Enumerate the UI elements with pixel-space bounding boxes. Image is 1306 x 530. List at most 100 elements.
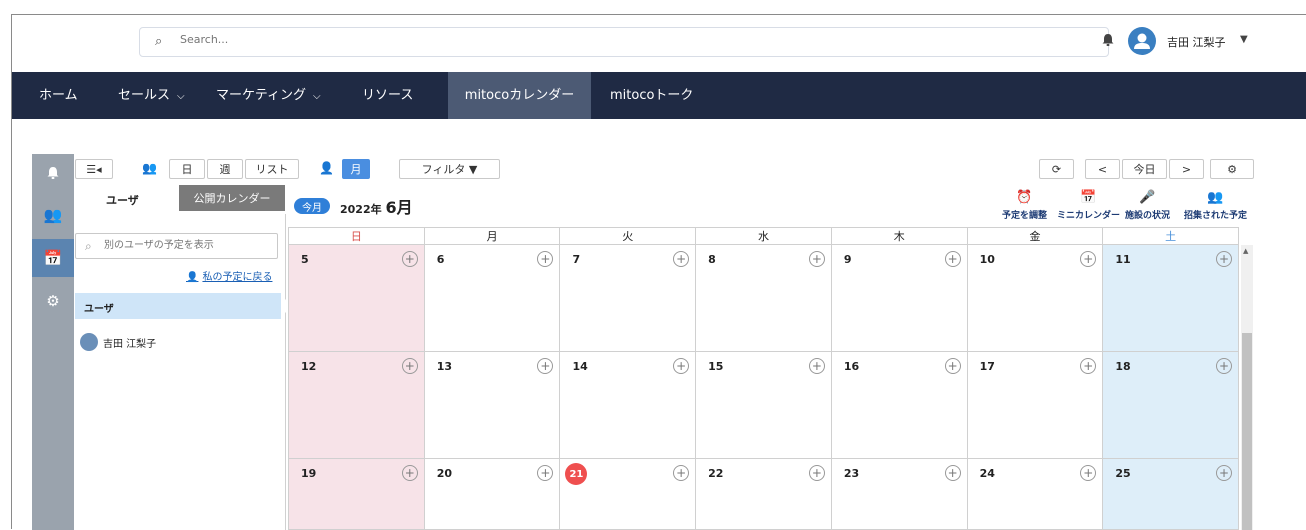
rail-group-icon[interactable]: 👥 [32,196,74,234]
current-month-pill[interactable]: 今月 [294,198,330,214]
settings-button[interactable]: ⚙ [1210,159,1254,179]
add-event-icon[interactable]: + [537,251,554,267]
next-button[interactable]: > [1169,159,1204,179]
today-button[interactable]: 今日 [1122,159,1167,179]
day-cell[interactable]: 12 + [288,352,425,459]
add-event-icon[interactable]: + [944,358,961,374]
day-cell[interactable]: 5 + [288,245,425,352]
invited-events-tool[interactable]: 👥 招集された予定 [1184,190,1247,221]
day-cell[interactable]: 16 + [831,352,968,459]
day-cell[interactable]: 7 + [560,245,697,352]
user-avatar[interactable] [1128,27,1156,55]
add-event-icon[interactable]: + [673,251,690,267]
add-event-icon[interactable]: + [1216,251,1233,267]
user-menu-caret-icon[interactable]: ▼ [1240,34,1248,45]
add-event-icon[interactable]: + [808,251,825,267]
add-event-icon[interactable]: + [537,358,554,374]
day-cell[interactable]: 17 + [967,352,1104,459]
tab-user[interactable]: ユーザ [106,192,139,208]
user-panel [74,214,286,530]
day-cell[interactable]: 15 + [696,352,832,459]
rail-notification-icon[interactable] [32,154,74,192]
view-list-button[interactable]: リスト [245,159,299,179]
day-cell[interactable]: 19 + [288,459,425,530]
weekday-tue: 火 [560,228,697,245]
day-cell[interactable]: 25 + [1103,459,1240,530]
notification-bell-icon[interactable] [1101,33,1115,47]
rail-settings-icon[interactable]: ⚙ [32,282,74,320]
panel-toggle-button[interactable]: ☰◂ [75,159,113,179]
view-month-button[interactable]: 月 [342,159,370,179]
date-number: 25 [1115,467,1131,480]
add-event-icon[interactable]: + [1216,465,1233,481]
add-event-icon[interactable]: + [537,465,554,481]
add-event-icon[interactable]: + [1080,251,1097,267]
day-cell[interactable]: 6 + [424,245,561,352]
day-cell[interactable]: 20 + [424,459,561,530]
day-cell[interactable]: 8 + [696,245,832,352]
tab-public-calendar[interactable]: 公開カレンダー [179,185,285,211]
day-cell[interactable]: 14 + [560,352,697,459]
refresh-button[interactable]: ⟳ [1039,159,1074,179]
scroll-up-icon[interactable]: ▲ [1243,247,1248,255]
day-cell[interactable]: 23 + [831,459,968,530]
user-search-input[interactable] [102,239,272,252]
add-event-icon[interactable]: + [401,465,418,481]
nav-resources[interactable]: リソース [362,72,413,119]
prev-button[interactable]: < [1085,159,1120,179]
filter-button[interactable]: フィルタ ▼ [399,159,500,179]
adjust-schedule-tool[interactable]: ⏰ 予定を調整 [1002,190,1047,221]
person-icon: 👤 [186,272,199,283]
person-view-icon[interactable]: 👤 [319,161,334,175]
add-event-icon[interactable]: + [1080,358,1097,374]
nav-mitoco-calendar[interactable]: mitocoカレンダー [448,72,591,119]
add-event-icon[interactable]: + [401,251,418,267]
add-event-icon[interactable]: + [673,465,690,481]
global-search[interactable]: ⌕ [139,27,1109,57]
add-event-icon[interactable]: + [944,465,961,481]
date-number: 12 [301,360,317,373]
user-name[interactable]: 吉田 江梨子 [1167,34,1226,50]
date-number: 19 [301,467,317,480]
day-cell[interactable]: 24 + [967,459,1104,530]
add-event-icon[interactable]: + [1080,465,1097,481]
search-input[interactable] [178,32,778,47]
date-number: 7 [572,253,581,266]
mini-calendar-tool[interactable]: 📅 ミニカレンダー [1057,190,1120,221]
user-search[interactable]: ⌕ [75,233,278,259]
date-number: 17 [979,360,995,373]
calendar-scrollbar[interactable]: ▲ [1241,245,1253,530]
app-frame: ⌕ 吉田 江梨子 ▼ ホーム セールス⌵ マーケティング⌵ リソース mitoc… [11,14,1306,530]
day-cell-today[interactable]: 21 + [560,459,697,530]
day-cell[interactable]: 13 + [424,352,561,459]
view-day-button[interactable]: 日 [169,159,205,179]
add-event-icon[interactable]: + [1216,358,1233,374]
group-view-icon[interactable]: 👥 [142,161,157,175]
nav-sales[interactable]: セールス ⌵ [118,72,185,119]
facility-status-tool[interactable]: 🎤 施設の状況 [1125,190,1170,221]
add-event-icon[interactable]: + [944,251,961,267]
avatar [80,333,98,351]
user-list-item[interactable]: 吉田 江梨子 [80,333,156,351]
day-cell[interactable]: 9 + [831,245,968,352]
scrollbar-thumb[interactable] [1242,333,1252,530]
day-cell[interactable]: 10 + [967,245,1104,352]
day-cell[interactable]: 22 + [696,459,832,530]
add-event-icon[interactable]: + [401,358,418,374]
add-event-icon[interactable]: + [808,358,825,374]
side-rail: 👥 📅 ⚙ [32,154,74,530]
nav-marketing[interactable]: マーケティング ⌵ [216,72,321,119]
refresh-icon: ⟳ [1051,162,1062,176]
nav-home[interactable]: ホーム [39,72,78,119]
view-week-button[interactable]: 週 [207,159,243,179]
person-icon [1134,33,1150,49]
day-cell[interactable]: 18 + [1103,352,1240,459]
weekday-fri: 金 [967,228,1104,245]
nav-mitoco-talk[interactable]: mitocoトーク [610,72,693,119]
add-event-icon[interactable]: + [808,465,825,481]
add-event-icon[interactable]: + [673,358,690,374]
day-cell[interactable]: 11 + [1103,245,1240,352]
date-number: 6 [436,253,445,266]
back-to-my-schedule-link[interactable]: 👤 私の予定に戻る [186,268,272,283]
rail-calendar-icon[interactable]: 📅 [32,239,74,277]
